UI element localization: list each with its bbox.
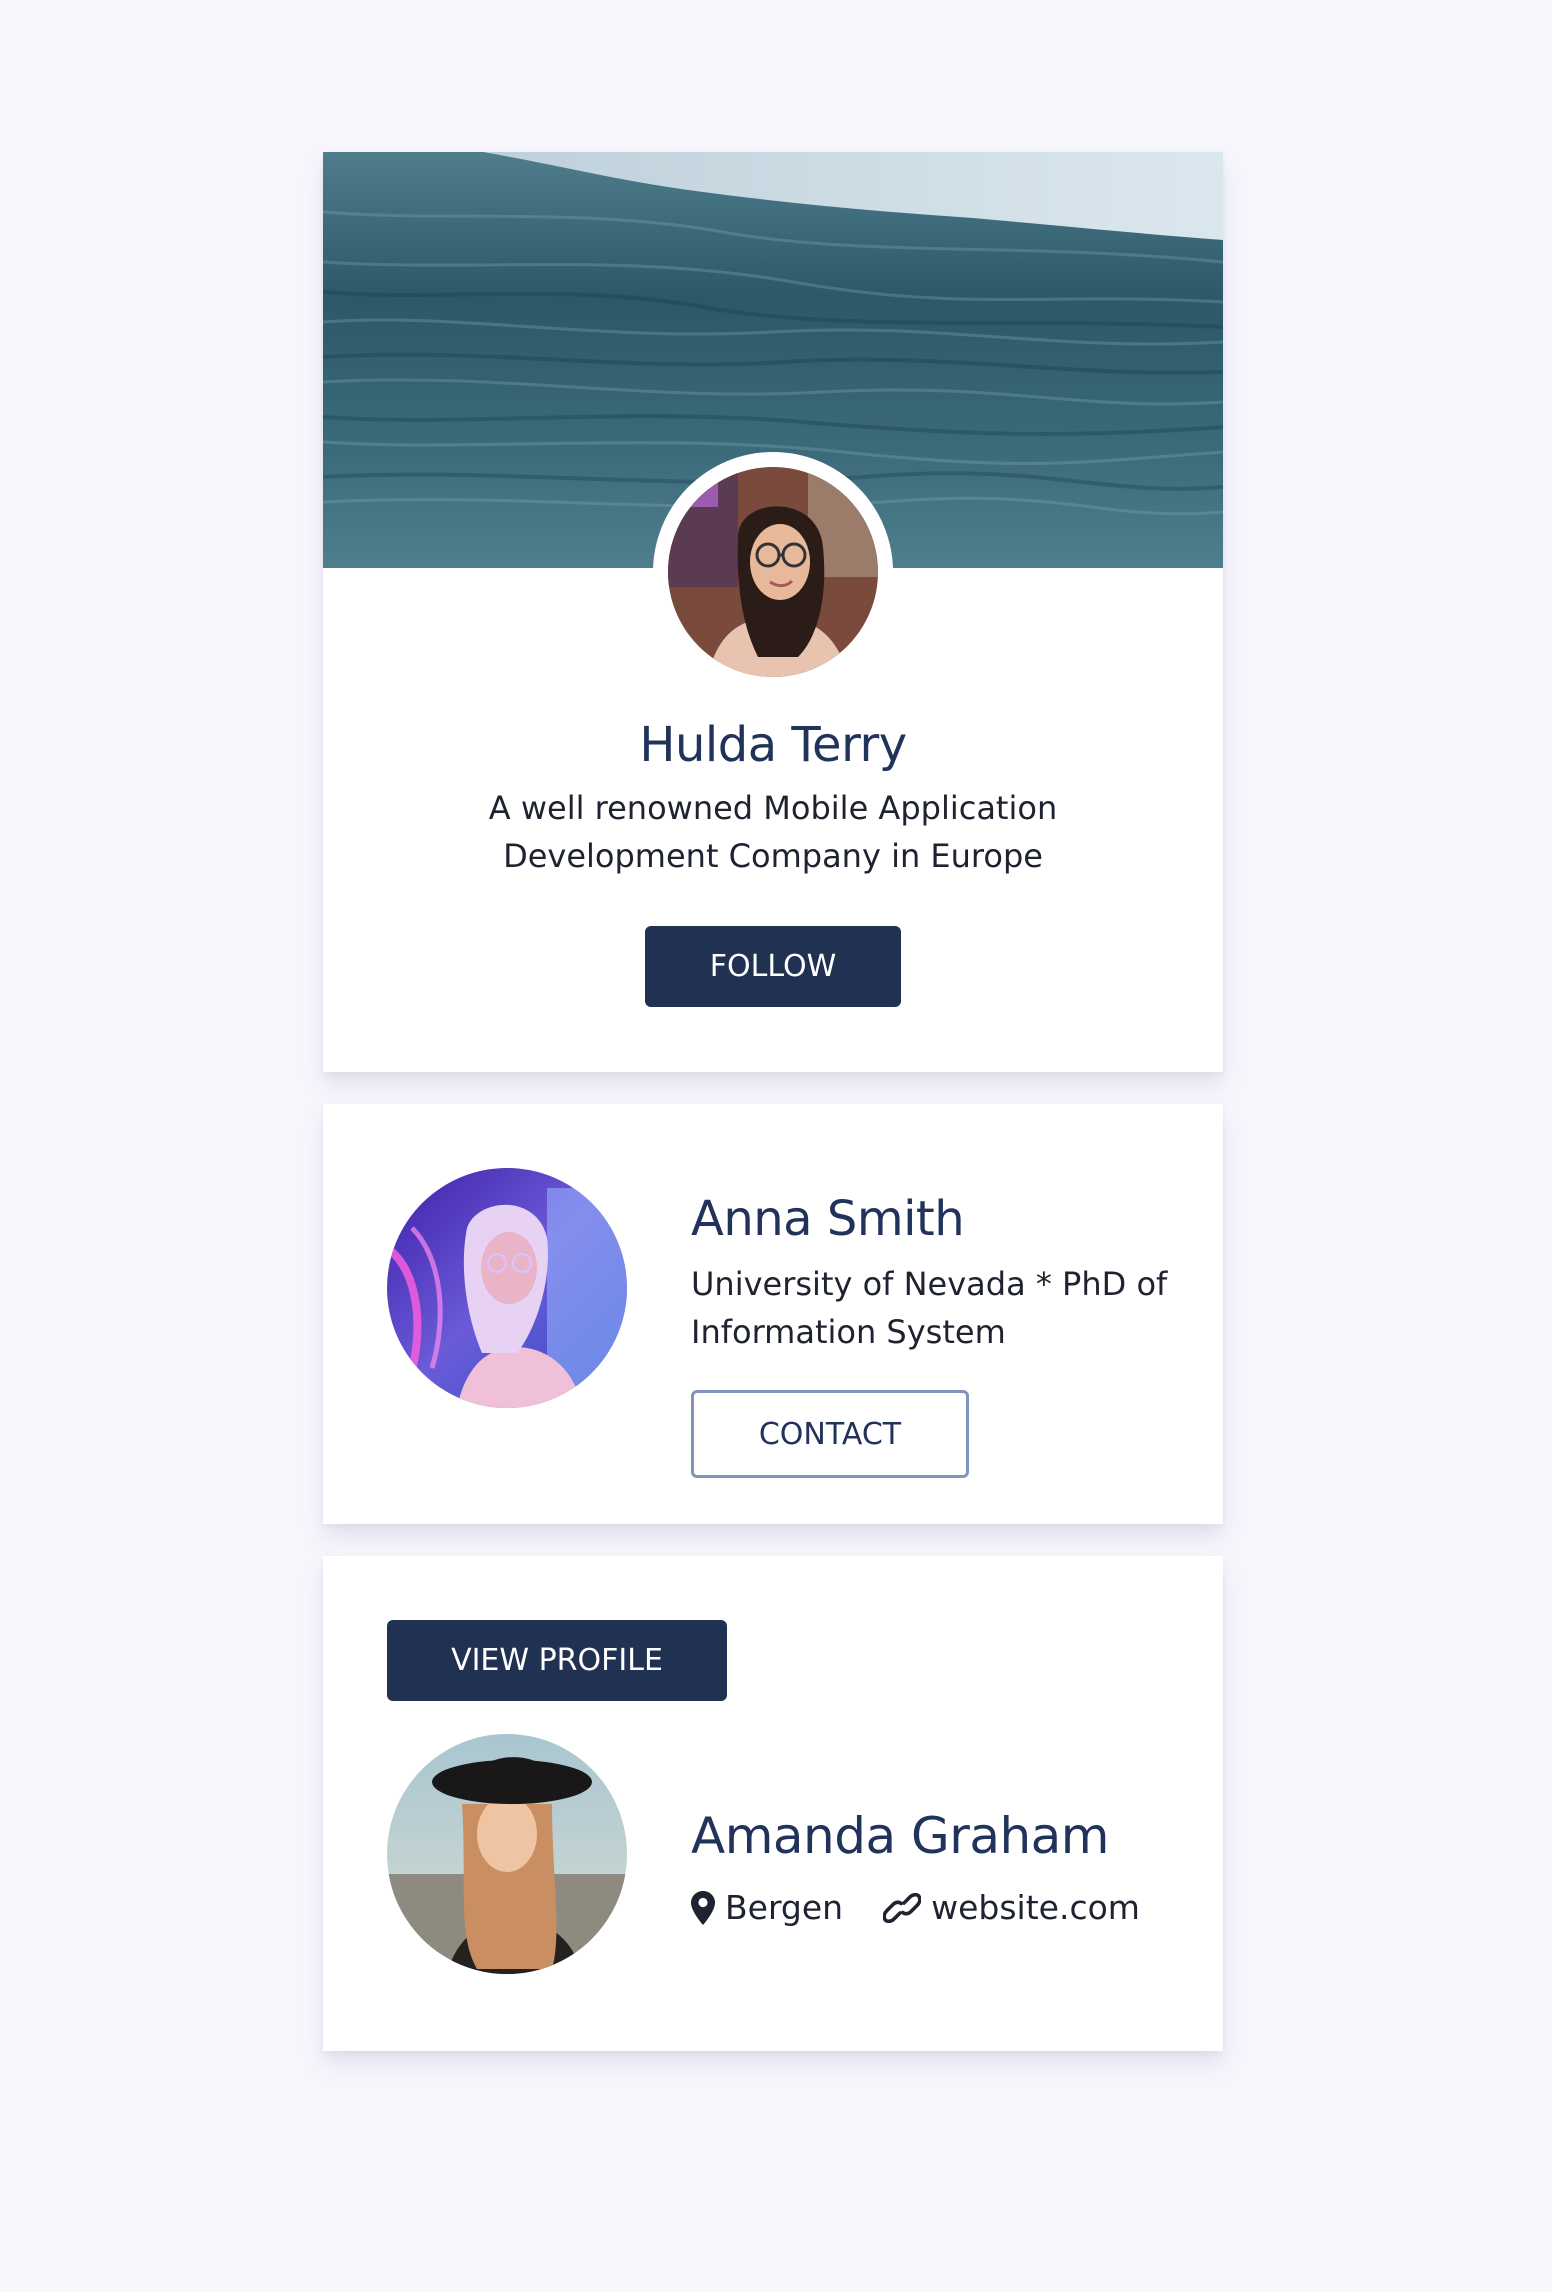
link-icon [883, 1893, 931, 1923]
profile-photo[interactable] [387, 1734, 627, 1974]
map-pin-icon [691, 1891, 725, 1925]
contact-card: Anna Smith University of Nevada * PhD of… [323, 1104, 1223, 1524]
view-card-name: Amanda Graham [691, 1807, 1110, 1865]
profile-card: Hulda Terry A well renowned Mobile Appli… [323, 152, 1223, 1072]
avatar[interactable] [668, 467, 878, 677]
follow-button[interactable]: FOLLOW [645, 926, 901, 1007]
website[interactable]: website.com [883, 1886, 1140, 1930]
contact-name: Anna Smith [691, 1191, 965, 1247]
location-text: Bergen [725, 1888, 844, 1927]
location: Bergen [691, 1886, 843, 1930]
view-profile-button[interactable]: VIEW PROFILE [387, 1620, 727, 1701]
profile-meta: Bergen website.com [691, 1886, 1140, 1930]
avatar-ring [653, 452, 893, 692]
contact-description: University of Nevada * PhD of Informatio… [691, 1265, 1168, 1351]
view-profile-card: VIEW PROFILE Amanda Graham Bergen websit… [323, 1556, 1223, 2051]
profile-name: Hulda Terry [639, 717, 907, 773]
profile-description: A well renowned Mobile Application Devel… [488, 789, 1058, 875]
profile-photo[interactable] [387, 1168, 627, 1408]
website-link[interactable]: website.com [931, 1886, 1140, 1930]
contact-button[interactable]: CONTACT [691, 1390, 969, 1478]
